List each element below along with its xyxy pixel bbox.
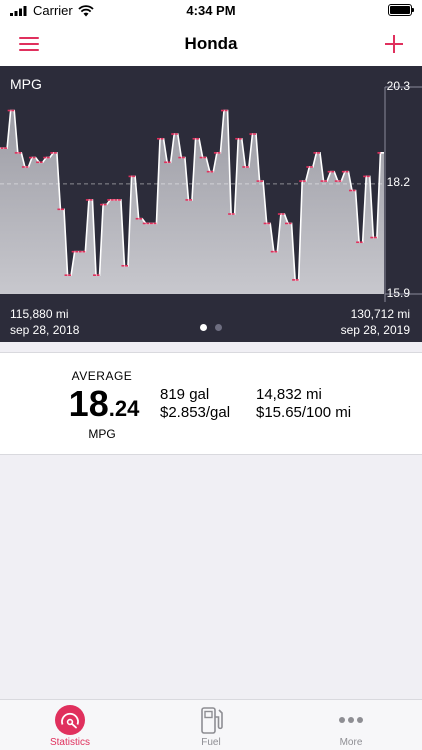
tab-fuel-label: Fuel xyxy=(201,737,221,748)
page-dot-1[interactable] xyxy=(200,324,207,331)
tab-statistics[interactable]: Statistics xyxy=(0,700,140,750)
page-dot-2[interactable] xyxy=(215,324,222,331)
fuel-pump-icon xyxy=(201,707,223,734)
battery-icon xyxy=(388,4,414,16)
tab-fuel[interactable]: Fuel xyxy=(141,700,281,750)
distance-stats: 14,832 mi $15.65/100 mi xyxy=(256,386,351,422)
mpg-chart-plot xyxy=(0,86,422,302)
page-title: Honda xyxy=(184,34,238,53)
y-mid-label: 18.2 xyxy=(386,175,410,189)
tab-bar: Statistics Fuel More xyxy=(0,699,422,750)
y-min-label: 15.9 xyxy=(386,286,410,300)
tab-more[interactable]: More xyxy=(281,700,421,750)
chart-start: 115,880 mi sep 28, 2018 xyxy=(10,306,79,338)
status-time: 4:34 PM xyxy=(186,3,236,18)
total-gallons: 819 gal xyxy=(160,386,210,403)
cost-per-distance: $15.65/100 mi xyxy=(256,404,352,421)
plus-icon xyxy=(385,35,403,53)
average-unit: MPG xyxy=(88,427,116,441)
average-label: AVERAGE xyxy=(71,369,133,383)
average-whole: 18 xyxy=(68,383,109,424)
chart-title: MPG xyxy=(10,76,42,92)
y-max-label: 20.3 xyxy=(386,79,410,93)
page-indicator[interactable] xyxy=(0,324,422,331)
chart-end: 130,712 mi sep 28, 2019 xyxy=(341,306,410,338)
start-odometer: 115,880 mi xyxy=(10,307,69,321)
tab-more-label: More xyxy=(339,737,363,748)
average-value: 18.24 xyxy=(62,383,146,425)
fuel-stats: 819 gal $2.853/gal xyxy=(160,386,230,422)
add-button[interactable] xyxy=(380,30,408,58)
average-decimal: .24 xyxy=(108,396,140,421)
tab-statistics-label: Statistics xyxy=(49,737,90,748)
status-bar: Carrier 4:34 PM xyxy=(0,0,422,22)
price-per-gallon: $2.853/gal xyxy=(160,404,231,421)
summary-card: AVERAGE 18.24 MPG 819 gal $2.853/gal 14,… xyxy=(0,352,422,455)
ellipsis-icon xyxy=(339,717,363,723)
mpg-area xyxy=(0,110,384,294)
end-odometer: 130,712 mi xyxy=(350,307,410,321)
total-distance: 14,832 mi xyxy=(256,386,322,403)
navigation-bar: Honda xyxy=(0,22,422,66)
mpg-chart[interactable]: MPG 20.3 18.2 15.9 115,880 mi sep 28, 20… xyxy=(0,66,422,342)
gauge-icon xyxy=(55,705,85,735)
